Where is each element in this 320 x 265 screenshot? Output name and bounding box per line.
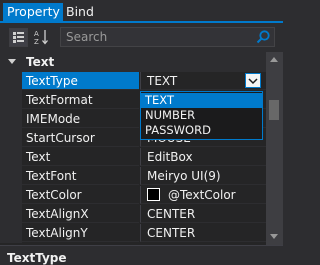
svg-text:A: A bbox=[34, 30, 39, 38]
property-row-textalignx[interactable]: TextAlignX CENTER bbox=[0, 205, 266, 224]
property-name[interactable]: IMEMode bbox=[22, 110, 139, 128]
category-label: Text bbox=[26, 55, 55, 69]
property-name[interactable]: TextFont bbox=[22, 167, 139, 185]
dropdown-option-number[interactable]: NUMBER bbox=[141, 108, 262, 123]
categorized-view-icon[interactable] bbox=[9, 28, 28, 47]
property-value[interactable]: CENTER bbox=[140, 205, 266, 223]
svg-text:Z: Z bbox=[34, 38, 39, 46]
property-name[interactable]: TextColor bbox=[22, 186, 139, 204]
search-box bbox=[60, 27, 275, 47]
scroll-down-arrow-icon[interactable] bbox=[270, 234, 278, 239]
property-value-text: TEXT bbox=[147, 74, 178, 88]
property-name[interactable]: TextAlignY bbox=[22, 224, 139, 242]
scroll-up-arrow-icon[interactable] bbox=[270, 57, 278, 62]
magnifier-icon[interactable] bbox=[255, 29, 271, 45]
property-name[interactable]: TextFormat bbox=[22, 91, 139, 109]
scrollbar-thumb[interactable] bbox=[269, 100, 279, 120]
description-panel: TextType bbox=[0, 245, 283, 265]
property-row-textfont[interactable]: TextFont Meiryo UI(9) bbox=[0, 167, 266, 186]
property-value[interactable]: Meiryo UI(9) bbox=[140, 167, 266, 185]
property-value[interactable]: EditBox bbox=[140, 148, 266, 166]
property-row-textaligny[interactable]: TextAlignY CENTER bbox=[0, 224, 266, 243]
property-name[interactable]: StartCursor bbox=[22, 129, 139, 147]
texttype-dropdown-list: TEXT NUMBER PASSWORD bbox=[140, 91, 263, 140]
tab-bind[interactable]: Bind bbox=[62, 3, 98, 22]
property-name[interactable]: TextAlignX bbox=[22, 205, 139, 223]
property-grid: Text TextType TEXT TextFormat IMEMode St… bbox=[0, 52, 266, 245]
property-value-text: @TextColor bbox=[168, 188, 236, 202]
property-value[interactable]: TEXT bbox=[140, 72, 266, 90]
property-value[interactable]: CENTER bbox=[140, 224, 266, 242]
vertical-scrollbar[interactable] bbox=[266, 52, 283, 245]
dropdown-option-text[interactable]: TEXT bbox=[141, 93, 262, 108]
search-input[interactable] bbox=[61, 28, 256, 46]
property-value[interactable]: @TextColor bbox=[140, 186, 266, 204]
property-row-texttype[interactable]: TextType TEXT bbox=[0, 72, 266, 91]
tab-bar: Property Bind bbox=[0, 0, 283, 23]
property-row-textcolor[interactable]: TextColor @TextColor bbox=[0, 186, 266, 205]
tab-property[interactable]: Property bbox=[3, 3, 63, 22]
property-name[interactable]: TextType bbox=[22, 72, 139, 90]
alphabetical-sort-icon[interactable]: A Z bbox=[33, 28, 51, 46]
collapse-arrow-icon[interactable] bbox=[8, 59, 16, 64]
dropdown-option-password[interactable]: PASSWORD bbox=[141, 123, 262, 138]
property-name[interactable]: Text bbox=[22, 148, 139, 166]
category-header[interactable]: Text bbox=[0, 52, 266, 72]
dropdown-button[interactable] bbox=[245, 73, 261, 88]
property-row-text[interactable]: Text EditBox bbox=[0, 148, 266, 167]
toolbar: A Z bbox=[0, 23, 283, 51]
color-swatch[interactable] bbox=[147, 188, 160, 201]
